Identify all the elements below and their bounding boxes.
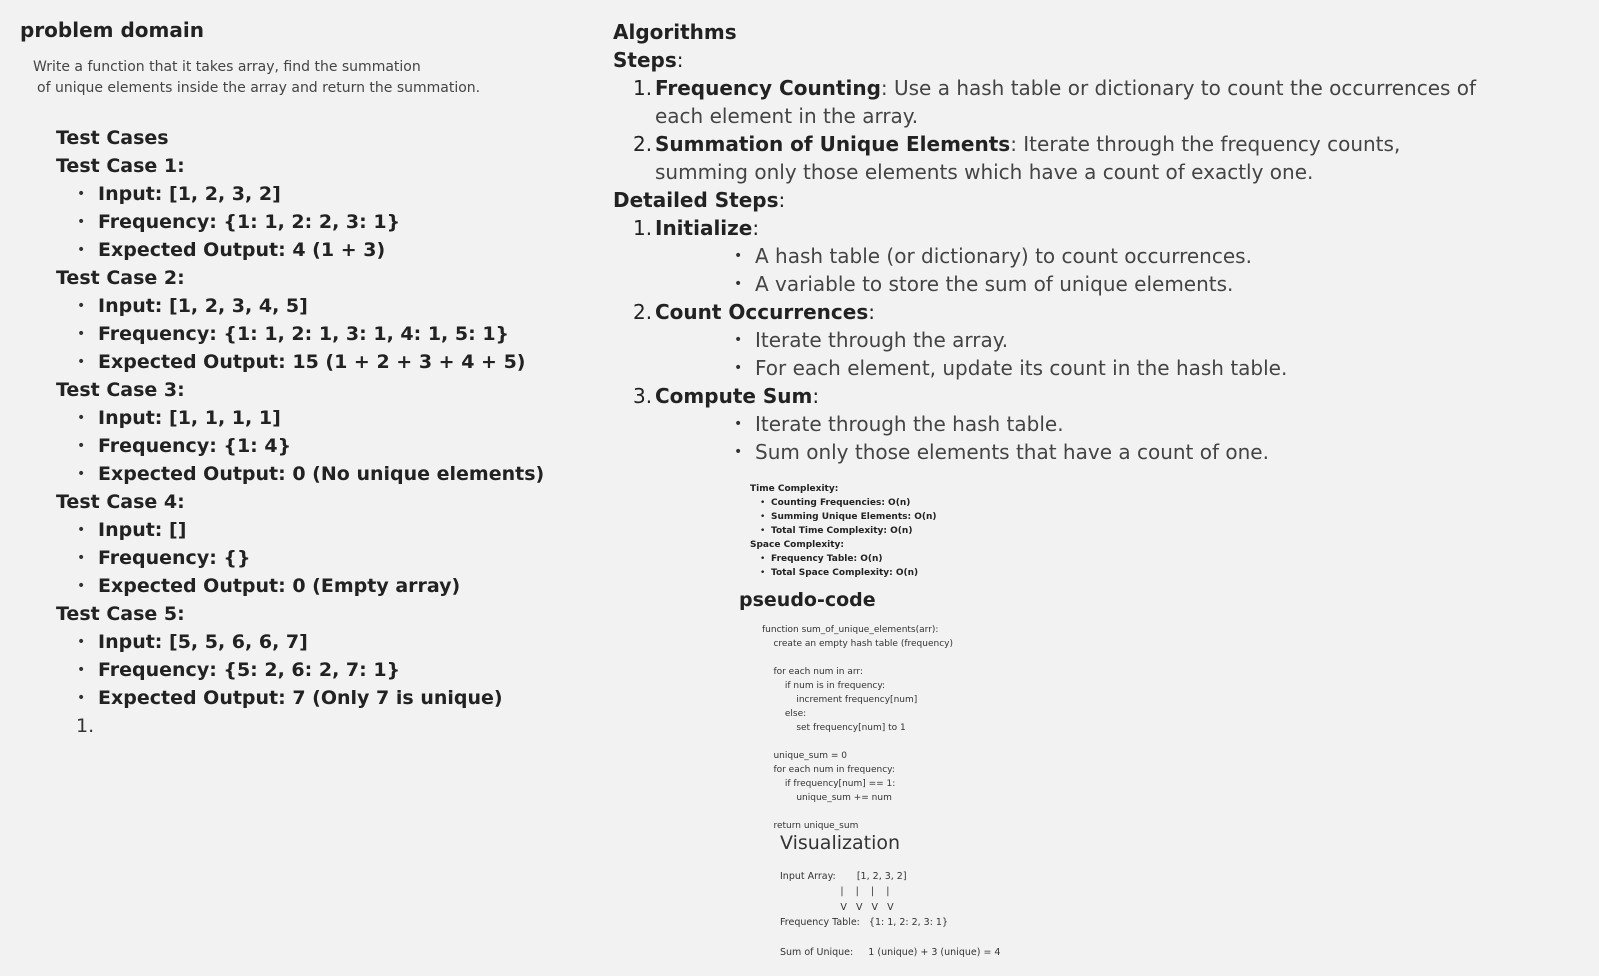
- empty-list-item: 1.: [76, 715, 95, 737]
- test-case-input: Input: [1, 2, 3, 2]: [77, 180, 576, 208]
- test-case-frequency: Frequency: {1: 1, 2: 2, 3: 1}: [77, 208, 576, 236]
- detailed-step-sublist: Iterate through the hash table. Sum only…: [655, 410, 1493, 466]
- test-cases-section: Test Cases Test Case 1: Input: [1, 2, 3,…: [56, 124, 576, 740]
- test-case-expected: Expected Output: 0 (No unique elements): [77, 460, 576, 488]
- test-case-title: Test Case 2:: [56, 267, 185, 289]
- complexity-section: Time Complexity: Counting Frequencies: O…: [750, 482, 937, 580]
- detailed-steps-list: 1. Initialize: A hash table (or dictiona…: [613, 214, 1493, 466]
- algorithms-title: Algorithms: [613, 20, 737, 44]
- detailed-step-bullet: For each element, update its count in th…: [734, 354, 1493, 382]
- detailed-step-name: Compute Sum: [655, 384, 813, 408]
- test-case-list: Input: [] Frequency: {} Expected Output:…: [56, 516, 576, 600]
- test-case-list: Input: [1, 1, 1, 1] Frequency: {1: 4} Ex…: [56, 404, 576, 488]
- step-item: 2. Summation of Unique Elements: Iterate…: [633, 132, 1401, 184]
- test-case-frequency: Frequency: {}: [77, 544, 576, 572]
- complexity-item: Summing Unique Elements: O(n): [760, 510, 936, 524]
- step-name: Frequency Counting: [655, 76, 881, 100]
- detailed-step-item: 1. Initialize: A hash table (or dictiona…: [633, 214, 1493, 298]
- test-case-input: Input: []: [77, 516, 576, 544]
- algorithms-section: Algorithms Steps: 1. Frequency Counting:…: [613, 18, 1493, 466]
- detailed-step-name: Count Occurrences: [655, 300, 869, 324]
- detailed-step-bullet: Sum only those elements that have a coun…: [734, 438, 1493, 466]
- pseudo-code-title: pseudo-code: [739, 589, 876, 611]
- complexity-item: Total Space Complexity: O(n): [760, 566, 937, 580]
- problem-domain-title: problem domain: [20, 18, 204, 42]
- test-case-expected: Expected Output: 4 (1 + 3): [77, 236, 576, 264]
- detailed-step-bullet: Iterate through the array.: [734, 326, 1493, 354]
- test-case-input: Input: [1, 1, 1, 1]: [77, 404, 576, 432]
- test-case-title: Test Case 3:: [56, 379, 185, 401]
- detailed-step-bullet: Iterate through the hash table.: [734, 410, 1493, 438]
- test-case-title: Test Case 4:: [56, 491, 185, 513]
- visualization-title: Visualization: [780, 832, 901, 854]
- problem-description-line-1: Write a function that it takes array, fi…: [33, 59, 421, 75]
- step-name: Summation of Unique Elements: [655, 132, 1011, 156]
- test-case-expected: Expected Output: 7 (Only 7 is unique): [77, 684, 576, 712]
- steps-list: 1. Frequency Counting: Use a hash table …: [613, 74, 1493, 186]
- detailed-step-bullet: A variable to store the sum of unique el…: [734, 270, 1493, 298]
- steps-heading: Steps:: [613, 48, 684, 72]
- test-case-expected: Expected Output: 15 (1 + 2 + 3 + 4 + 5): [77, 348, 576, 376]
- test-case-list: Input: [1, 2, 3, 2] Frequency: {1: 1, 2:…: [56, 180, 576, 264]
- detailed-step-bullet: A hash table (or dictionary) to count oc…: [734, 242, 1493, 270]
- test-cases-heading: Test Cases: [56, 127, 169, 149]
- test-case-title: Test Case 1:: [56, 155, 185, 177]
- time-complexity-label: Time Complexity:: [750, 484, 839, 494]
- problem-description: Write a function that it takes array, fi…: [33, 57, 480, 99]
- test-case-title: Test Case 5:: [56, 603, 185, 625]
- test-case-input: Input: [5, 5, 6, 6, 7]: [77, 628, 576, 656]
- problem-description-line-2: of unique elements inside the array and …: [37, 80, 481, 96]
- space-complexity-label: Space Complexity:: [750, 540, 845, 550]
- detailed-step-sublist: A hash table (or dictionary) to count oc…: [655, 242, 1493, 298]
- time-complexity-list: Counting Frequencies: O(n) Summing Uniqu…: [750, 496, 937, 538]
- detailed-step-name: Initialize: [655, 216, 753, 240]
- test-case-expected: Expected Output: 0 (Empty array): [77, 572, 576, 600]
- complexity-item: Counting Frequencies: O(n): [760, 496, 937, 510]
- space-complexity-list: Frequency Table: O(n) Total Space Comple…: [750, 552, 937, 580]
- test-case-frequency: Frequency: {5: 2, 6: 2, 7: 1}: [77, 656, 576, 684]
- test-case-list: Input: [5, 5, 6, 6, 7] Frequency: {5: 2,…: [56, 628, 576, 712]
- detailed-step-item: 3. Compute Sum: Iterate through the hash…: [633, 382, 1493, 466]
- detailed-step-sublist: Iterate through the array. For each elem…: [655, 326, 1493, 382]
- visualization-block: Input Array: [1, 2, 3, 2] | | | | V V V …: [780, 871, 1001, 959]
- test-case-frequency: Frequency: {1: 4}: [77, 432, 576, 460]
- pseudo-code-block: function sum_of_unique_elements(arr): cr…: [762, 625, 953, 831]
- test-case-list: Input: [1, 2, 3, 4, 5] Frequency: {1: 1,…: [56, 292, 576, 376]
- detailed-step-item: 2. Count Occurrences: Iterate through th…: [633, 298, 1493, 382]
- test-case-frequency: Frequency: {1: 1, 2: 1, 3: 1, 4: 1, 5: 1…: [77, 320, 576, 348]
- detailed-steps-heading: Detailed Steps:: [613, 188, 786, 212]
- complexity-item: Total Time Complexity: O(n): [760, 524, 937, 538]
- complexity-item: Frequency Table: O(n): [760, 552, 937, 566]
- test-case-input: Input: [1, 2, 3, 4, 5]: [77, 292, 576, 320]
- step-item: 1. Frequency Counting: Use a hash table …: [633, 76, 1477, 128]
